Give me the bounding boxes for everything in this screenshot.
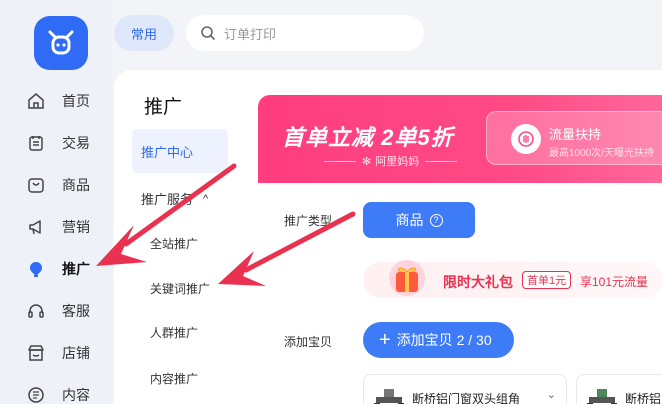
- submenu-group-promotion-service[interactable]: 推广服务 ^: [141, 189, 208, 208]
- alimama-icon: ✻: [362, 155, 372, 168]
- nav-item-goods[interactable]: 商品: [26, 170, 90, 200]
- add-item-label: 添加宝贝: [284, 335, 333, 349]
- divider: [425, 160, 458, 162]
- submenu-item-content[interactable]: 内容推广: [150, 370, 198, 387]
- content-icon: [26, 385, 46, 404]
- cow-logo-icon: [48, 30, 74, 55]
- banner-sub-label: 阿里妈妈: [375, 156, 420, 168]
- app-logo[interactable]: [34, 16, 88, 70]
- nav-label: 内容: [62, 387, 90, 403]
- nav-label: 营销: [62, 219, 90, 235]
- product-thumbnail: [374, 389, 404, 404]
- submenu-item-promotion-center[interactable]: 推广中心: [132, 129, 228, 173]
- search-input[interactable]: 订单打印: [186, 15, 424, 51]
- plus-icon: +: [379, 329, 391, 351]
- type-goods-label: 商品: [395, 212, 424, 228]
- submenu-group-label: 推广服务: [141, 192, 194, 207]
- nav-item-marketing[interactable]: 营销: [26, 212, 90, 242]
- product-thumbnail: [587, 389, 617, 404]
- product-name: 断桥铝: [625, 392, 662, 404]
- left-nav-rail: 首页 交易 商品 营销 推广 客服 店铺 内容: [0, 0, 112, 404]
- megaphone-icon: [26, 217, 46, 237]
- common-button[interactable]: 常用: [114, 15, 174, 51]
- chevron-down-icon: ⌄: [546, 389, 556, 401]
- goods-icon: [26, 175, 46, 195]
- nav-label: 客服: [62, 303, 90, 319]
- card-title: 流量扶持: [549, 127, 602, 142]
- shop-icon: [26, 343, 46, 363]
- gift-pack-banner[interactable]: 限时大礼包 首单1元 享101元流量: [363, 260, 662, 298]
- add-item-button[interactable]: + 添加宝贝 2 / 30: [363, 322, 514, 358]
- promotion-type-label: 推广类型: [284, 214, 333, 228]
- traffic-support-card[interactable]: 流量扶持 最高1000次/天曝光扶持: [486, 111, 662, 165]
- chevron-up-icon: ^: [203, 192, 209, 205]
- submenu-item-full-site[interactable]: 全站推广: [150, 235, 198, 252]
- nav-item-promotion[interactable]: 推广: [26, 254, 90, 284]
- type-goods-button[interactable]: 商品 ?: [363, 202, 475, 238]
- banner-sub: ✻ 阿里妈妈: [318, 153, 463, 169]
- add-item-button-label: 添加宝贝 2 / 30: [396, 332, 492, 348]
- trade-icon: [26, 133, 46, 153]
- gift-box-icon: [389, 260, 425, 296]
- nav-item-shop[interactable]: 店铺: [26, 338, 90, 368]
- gift-desc: 享101元流量: [580, 275, 649, 289]
- submenu-item-keyword[interactable]: 关键词推广: [150, 280, 210, 297]
- question-icon[interactable]: ?: [429, 213, 443, 227]
- search-icon: [200, 25, 216, 41]
- nav-item-home[interactable]: 首页: [26, 86, 90, 116]
- promotion-icon: [26, 259, 46, 279]
- product-card[interactable]: 断桥铝: [576, 374, 662, 404]
- gift-title: 限时大礼包: [443, 274, 513, 290]
- divider: [324, 160, 356, 162]
- submenu-item-audience[interactable]: 人群推广: [150, 324, 198, 341]
- nav-item-trade[interactable]: 交易: [26, 128, 90, 158]
- submenu-title: 推广: [144, 97, 183, 118]
- card-sub: 最高1000次/天曝光扶持: [549, 148, 655, 159]
- product-name: 断桥铝门窗双头组角: [412, 392, 521, 404]
- product-card[interactable]: 断桥铝门窗双头组角 ⌄: [363, 374, 567, 404]
- nav-label: 首页: [62, 93, 90, 109]
- traffic-icon: [511, 124, 541, 154]
- headset-icon: [26, 301, 46, 321]
- banner-headline: 首单立减 2单5折: [282, 125, 454, 150]
- search-placeholder: 订单打印: [224, 26, 277, 42]
- nav-label: 店铺: [62, 345, 90, 361]
- promo-banner[interactable]: 首单立减 2单5折 ✻ 阿里妈妈 流量扶持 最高1000次/天曝光扶持: [258, 95, 662, 183]
- nav-label: 推广: [62, 261, 90, 277]
- home-icon: [26, 91, 46, 111]
- nav-item-service[interactable]: 客服: [26, 296, 90, 326]
- nav-label: 交易: [62, 135, 90, 151]
- nav-item-content[interactable]: 内容: [26, 380, 90, 404]
- nav-label: 商品: [62, 177, 90, 193]
- first-order-badge: 首单1元: [522, 271, 572, 289]
